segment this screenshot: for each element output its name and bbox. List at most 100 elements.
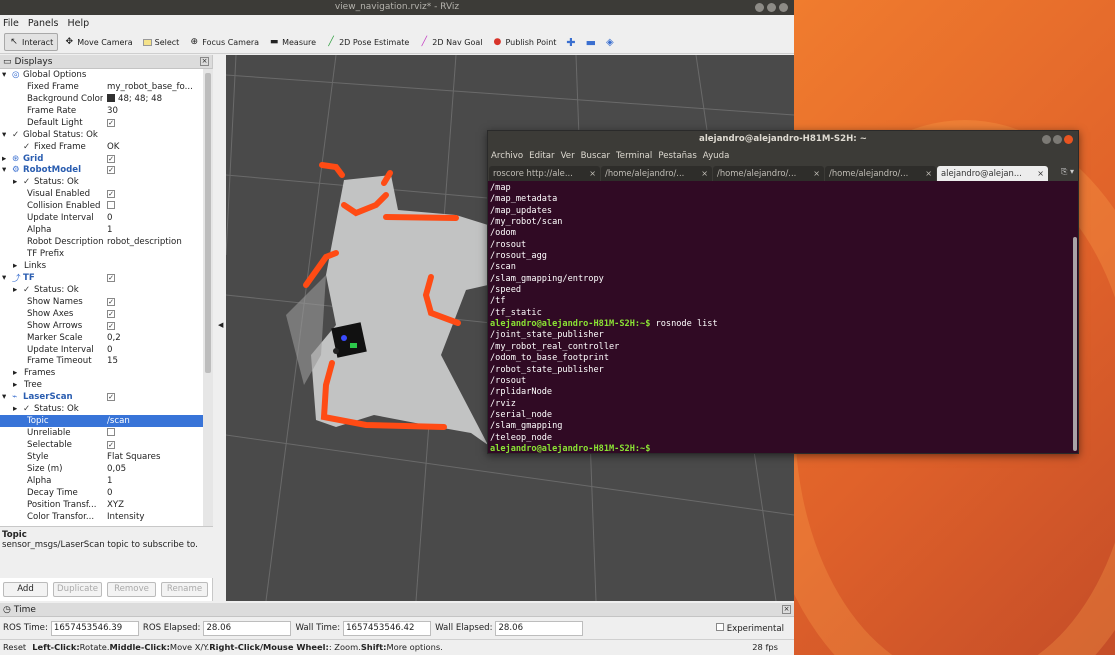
menu-archivo[interactable]: Archivo (491, 151, 523, 161)
tool-interact[interactable]: ↖ Interact (4, 33, 59, 51)
checkbox[interactable]: ✓ (107, 393, 115, 402)
close-icon[interactable] (779, 3, 788, 12)
tool-2d-pose-estimate[interactable]: ╱ 2D Pose Estimate (322, 33, 413, 51)
terminal-window[interactable]: alejandro@alejandro-H81M-S2H: ~ Archivo … (487, 130, 1079, 454)
display-row[interactable]: Decay Time 0 (0, 487, 203, 499)
property-value[interactable]: ✓ (107, 273, 203, 283)
property-value[interactable]: ✓ (107, 297, 203, 307)
property-value[interactable]: XYZ (107, 500, 203, 510)
property-value[interactable]: 1 (107, 476, 203, 486)
terminal-titlebar[interactable]: alejandro@alejandro-H81M-S2H: ~ (488, 131, 1078, 147)
display-row[interactable]: ✓ Fixed Frame OK (0, 141, 203, 153)
close-tab-icon[interactable]: × (1037, 166, 1044, 181)
experimental-checkbox[interactable] (715, 622, 724, 631)
checkbox[interactable]: ✓ (107, 321, 115, 330)
display-row[interactable]: Robot Description robot_description (0, 236, 203, 248)
window-titlebar[interactable]: view_navigation.rviz* - RViz (0, 0, 794, 15)
display-row[interactable]: ▾ ⌁ LaserScan ✓ (0, 391, 203, 403)
wall-time-field[interactable]: 1657453546.42 (343, 620, 432, 636)
display-row[interactable]: Color Transfor... Intensity (0, 511, 203, 523)
display-row[interactable]: ▾ ⤴ TF ✓ (0, 272, 203, 284)
property-value[interactable]: ✓ (107, 440, 203, 450)
display-row[interactable]: ▸ ✓ Status: Ok (0, 403, 203, 415)
property-value[interactable]: my_robot_base_fo... (107, 82, 203, 92)
property-value[interactable]: 0,2 (107, 333, 203, 343)
display-row[interactable]: Show Axes ✓ (0, 308, 203, 320)
expand-right-icon[interactable]: ▸ (13, 380, 17, 390)
property-value[interactable]: ✓ (107, 189, 203, 199)
tool-properties-button[interactable]: ◈ (602, 33, 618, 51)
tool-2d-nav-goal[interactable]: ╱ 2D Nav Goal (415, 33, 486, 51)
property-value[interactable] (107, 200, 203, 212)
ros-elapsed-field[interactable]: 28.06 (203, 620, 292, 636)
display-row[interactable]: Fixed Frame my_robot_base_fo... (0, 81, 203, 93)
tool-focus-camera[interactable]: ⊕ Focus Camera (185, 33, 263, 51)
display-row[interactable]: Visual Enabled ✓ (0, 188, 203, 200)
expand-right-icon[interactable]: ▸ (13, 404, 17, 414)
experimental-toggle[interactable]: Experimental (715, 622, 784, 634)
property-value[interactable]: robot_description (107, 237, 203, 247)
close-panel-icon[interactable]: × (200, 57, 209, 66)
display-row[interactable]: ▾ ✓ Global Status: Ok (0, 129, 203, 141)
maximize-icon[interactable] (1053, 135, 1062, 144)
display-row[interactable]: ▾ ◎ Global Options (0, 69, 203, 81)
terminal-tab[interactable]: /home/alejandro/... × (601, 166, 712, 181)
property-value[interactable]: OK (107, 142, 203, 152)
display-row[interactable]: ▸ Frames (0, 367, 203, 379)
expand-right-icon[interactable]: ▸ (13, 177, 17, 187)
display-row[interactable]: Style Flat Squares (0, 451, 203, 463)
terminal-tab[interactable]: /home/alejandro/... × (713, 166, 824, 181)
menu-help[interactable]: Help (67, 18, 89, 29)
menu-editar[interactable]: Editar (529, 151, 554, 161)
display-row[interactable]: Show Names ✓ (0, 296, 203, 308)
expand-down-icon[interactable]: ▾ (2, 165, 6, 175)
close-tab-icon[interactable]: × (701, 166, 708, 181)
expand-down-icon[interactable]: ▾ (2, 273, 6, 283)
checkbox[interactable]: ✓ (107, 166, 115, 175)
display-row[interactable]: TF Prefix (0, 248, 203, 260)
menu-ayuda[interactable]: Ayuda (703, 151, 730, 161)
display-row[interactable]: ▸ Links (0, 260, 203, 272)
remove-tool-button[interactable]: ▬ (582, 33, 600, 51)
menu-file[interactable]: File (3, 18, 19, 29)
expand-right-icon[interactable]: ▸ (2, 154, 6, 164)
ros-time-field[interactable]: 1657453546.39 (50, 620, 139, 636)
add-button[interactable]: Add (3, 582, 49, 597)
checkbox[interactable]: ✓ (107, 297, 115, 306)
property-value[interactable]: Flat Squares (107, 452, 203, 462)
panel-splitter[interactable]: ◀ (214, 55, 226, 601)
terminal-scrollbar[interactable] (1073, 237, 1077, 451)
close-tab-icon[interactable]: × (813, 166, 820, 181)
display-row[interactable]: Update Interval 0 (0, 212, 203, 224)
display-row[interactable]: Frame Rate 30 (0, 105, 203, 117)
add-tool-button[interactable]: ✚ (562, 33, 579, 51)
display-row[interactable]: Selectable ✓ (0, 439, 203, 451)
tool-publish-point[interactable]: ● Publish Point (488, 33, 560, 51)
tool-select[interactable]: Select (139, 33, 184, 51)
display-row[interactable]: Unreliable (0, 427, 203, 439)
display-row[interactable]: Marker Scale 0,2 (0, 332, 203, 344)
close-tab-icon[interactable]: × (925, 166, 932, 181)
property-value[interactable]: 0 (107, 345, 203, 355)
display-row[interactable]: Frame Timeout 15 (0, 356, 203, 368)
display-row[interactable]: Default Light ✓ (0, 117, 203, 129)
menu-panels[interactable]: Panels (28, 18, 59, 29)
expand-down-icon[interactable]: ▾ (2, 70, 6, 80)
checkbox[interactable]: ✓ (107, 273, 115, 282)
maximize-icon[interactable] (767, 3, 776, 12)
terminal-tab-active[interactable]: alejandro@alejan... × (937, 166, 1048, 181)
display-row[interactable]: ▸ ⊛ Grid ✓ (0, 153, 203, 165)
expand-right-icon[interactable]: ▸ (13, 261, 17, 271)
terminal-tab[interactable]: roscore http://ale... × (489, 166, 600, 181)
minimize-icon[interactable] (1042, 135, 1051, 144)
expand-down-icon[interactable]: ▾ (2, 130, 6, 140)
display-row[interactable]: Collision Enabled (0, 200, 203, 212)
tool-move-camera[interactable]: ✥ Move Camera (60, 33, 136, 51)
property-value[interactable]: ✓ (107, 392, 203, 402)
close-icon[interactable] (1064, 135, 1073, 144)
checkbox[interactable]: ✓ (107, 441, 115, 450)
close-tab-icon[interactable]: × (589, 166, 596, 181)
property-value[interactable]: 15 (107, 356, 203, 366)
property-value[interactable]: ✓ (107, 165, 203, 175)
terminal-output[interactable]: /map/map_metadata/map_updates/my_robot/s… (488, 181, 1078, 457)
